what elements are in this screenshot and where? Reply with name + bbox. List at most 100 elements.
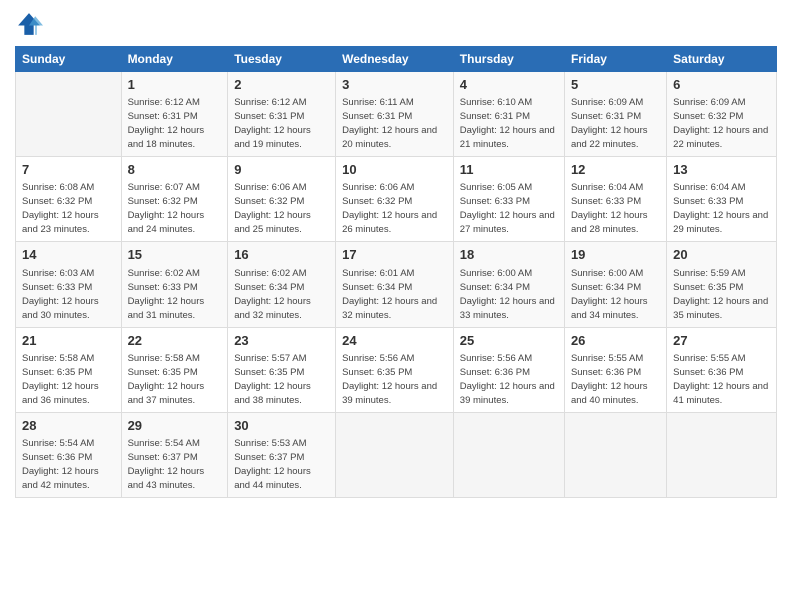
- calendar-cell: 29 Sunrise: 5:54 AMSunset: 6:37 PMDaylig…: [121, 412, 228, 497]
- day-info: Sunrise: 5:56 AMSunset: 6:36 PMDaylight:…: [460, 353, 555, 406]
- calendar-week-row: 1 Sunrise: 6:12 AMSunset: 6:31 PMDayligh…: [16, 72, 777, 157]
- day-info: Sunrise: 5:56 AMSunset: 6:35 PMDaylight:…: [342, 353, 437, 406]
- day-number: 25: [460, 332, 558, 350]
- day-info: Sunrise: 6:11 AMSunset: 6:31 PMDaylight:…: [342, 97, 437, 150]
- logo: [15, 10, 47, 38]
- day-info: Sunrise: 5:54 AMSunset: 6:37 PMDaylight:…: [128, 438, 205, 491]
- day-info: Sunrise: 5:53 AMSunset: 6:37 PMDaylight:…: [234, 438, 311, 491]
- day-number: 17: [342, 246, 447, 264]
- calendar-cell: 7 Sunrise: 6:08 AMSunset: 6:32 PMDayligh…: [16, 157, 122, 242]
- day-info: Sunrise: 6:00 AMSunset: 6:34 PMDaylight:…: [460, 268, 555, 321]
- calendar-cell: 11 Sunrise: 6:05 AMSunset: 6:33 PMDaylig…: [453, 157, 564, 242]
- day-number: 16: [234, 246, 329, 264]
- day-number: 10: [342, 161, 447, 179]
- day-number: 5: [571, 76, 660, 94]
- day-number: 24: [342, 332, 447, 350]
- day-number: 12: [571, 161, 660, 179]
- calendar-cell: 8 Sunrise: 6:07 AMSunset: 6:32 PMDayligh…: [121, 157, 228, 242]
- day-info: Sunrise: 6:06 AMSunset: 6:32 PMDaylight:…: [342, 182, 437, 235]
- weekday-header-tuesday: Tuesday: [228, 47, 336, 72]
- header: [15, 10, 777, 38]
- day-info: Sunrise: 6:02 AMSunset: 6:33 PMDaylight:…: [128, 268, 205, 321]
- day-info: Sunrise: 5:54 AMSunset: 6:36 PMDaylight:…: [22, 438, 99, 491]
- calendar-cell: 6 Sunrise: 6:09 AMSunset: 6:32 PMDayligh…: [667, 72, 777, 157]
- calendar-cell: 16 Sunrise: 6:02 AMSunset: 6:34 PMDaylig…: [228, 242, 336, 327]
- calendar-week-row: 28 Sunrise: 5:54 AMSunset: 6:36 PMDaylig…: [16, 412, 777, 497]
- calendar-cell: [336, 412, 454, 497]
- weekday-header-sunday: Sunday: [16, 47, 122, 72]
- calendar-cell: 30 Sunrise: 5:53 AMSunset: 6:37 PMDaylig…: [228, 412, 336, 497]
- day-number: 26: [571, 332, 660, 350]
- calendar-cell: 13 Sunrise: 6:04 AMSunset: 6:33 PMDaylig…: [667, 157, 777, 242]
- calendar-cell: 22 Sunrise: 5:58 AMSunset: 6:35 PMDaylig…: [121, 327, 228, 412]
- day-number: 20: [673, 246, 770, 264]
- calendar-cell: [16, 72, 122, 157]
- day-info: Sunrise: 6:00 AMSunset: 6:34 PMDaylight:…: [571, 268, 648, 321]
- day-number: 29: [128, 417, 222, 435]
- calendar-cell: 4 Sunrise: 6:10 AMSunset: 6:31 PMDayligh…: [453, 72, 564, 157]
- day-number: 7: [22, 161, 115, 179]
- day-info: Sunrise: 6:04 AMSunset: 6:33 PMDaylight:…: [673, 182, 768, 235]
- calendar-cell: 12 Sunrise: 6:04 AMSunset: 6:33 PMDaylig…: [564, 157, 666, 242]
- calendar-week-row: 7 Sunrise: 6:08 AMSunset: 6:32 PMDayligh…: [16, 157, 777, 242]
- calendar-cell: 1 Sunrise: 6:12 AMSunset: 6:31 PMDayligh…: [121, 72, 228, 157]
- day-number: 11: [460, 161, 558, 179]
- day-number: 23: [234, 332, 329, 350]
- day-info: Sunrise: 6:08 AMSunset: 6:32 PMDaylight:…: [22, 182, 99, 235]
- day-number: 21: [22, 332, 115, 350]
- day-info: Sunrise: 6:04 AMSunset: 6:33 PMDaylight:…: [571, 182, 648, 235]
- calendar-cell: 28 Sunrise: 5:54 AMSunset: 6:36 PMDaylig…: [16, 412, 122, 497]
- day-number: 18: [460, 246, 558, 264]
- calendar-week-row: 21 Sunrise: 5:58 AMSunset: 6:35 PMDaylig…: [16, 327, 777, 412]
- day-number: 15: [128, 246, 222, 264]
- calendar-cell: 18 Sunrise: 6:00 AMSunset: 6:34 PMDaylig…: [453, 242, 564, 327]
- calendar-header: SundayMondayTuesdayWednesdayThursdayFrid…: [16, 47, 777, 72]
- day-info: Sunrise: 6:02 AMSunset: 6:34 PMDaylight:…: [234, 268, 311, 321]
- day-info: Sunrise: 6:03 AMSunset: 6:33 PMDaylight:…: [22, 268, 99, 321]
- day-number: 1: [128, 76, 222, 94]
- day-info: Sunrise: 6:06 AMSunset: 6:32 PMDaylight:…: [234, 182, 311, 235]
- day-info: Sunrise: 5:58 AMSunset: 6:35 PMDaylight:…: [22, 353, 99, 406]
- day-number: 30: [234, 417, 329, 435]
- day-number: 3: [342, 76, 447, 94]
- calendar-cell: 14 Sunrise: 6:03 AMSunset: 6:33 PMDaylig…: [16, 242, 122, 327]
- weekday-header-wednesday: Wednesday: [336, 47, 454, 72]
- calendar-table: SundayMondayTuesdayWednesdayThursdayFrid…: [15, 46, 777, 498]
- day-info: Sunrise: 6:09 AMSunset: 6:32 PMDaylight:…: [673, 97, 768, 150]
- calendar-cell: [564, 412, 666, 497]
- calendar-body: 1 Sunrise: 6:12 AMSunset: 6:31 PMDayligh…: [16, 72, 777, 498]
- day-number: 6: [673, 76, 770, 94]
- calendar-cell: 23 Sunrise: 5:57 AMSunset: 6:35 PMDaylig…: [228, 327, 336, 412]
- calendar-cell: 9 Sunrise: 6:06 AMSunset: 6:32 PMDayligh…: [228, 157, 336, 242]
- weekday-header-row: SundayMondayTuesdayWednesdayThursdayFrid…: [16, 47, 777, 72]
- day-info: Sunrise: 6:01 AMSunset: 6:34 PMDaylight:…: [342, 268, 437, 321]
- calendar-cell: 27 Sunrise: 5:55 AMSunset: 6:36 PMDaylig…: [667, 327, 777, 412]
- logo-icon: [15, 10, 43, 38]
- calendar-cell: 5 Sunrise: 6:09 AMSunset: 6:31 PMDayligh…: [564, 72, 666, 157]
- calendar-cell: 20 Sunrise: 5:59 AMSunset: 6:35 PMDaylig…: [667, 242, 777, 327]
- weekday-header-monday: Monday: [121, 47, 228, 72]
- page: SundayMondayTuesdayWednesdayThursdayFrid…: [0, 0, 792, 612]
- day-number: 14: [22, 246, 115, 264]
- calendar-cell: 26 Sunrise: 5:55 AMSunset: 6:36 PMDaylig…: [564, 327, 666, 412]
- calendar-cell: [453, 412, 564, 497]
- day-number: 27: [673, 332, 770, 350]
- day-number: 2: [234, 76, 329, 94]
- day-number: 22: [128, 332, 222, 350]
- day-info: Sunrise: 5:59 AMSunset: 6:35 PMDaylight:…: [673, 268, 768, 321]
- calendar-cell: 25 Sunrise: 5:56 AMSunset: 6:36 PMDaylig…: [453, 327, 564, 412]
- day-info: Sunrise: 6:12 AMSunset: 6:31 PMDaylight:…: [128, 97, 205, 150]
- calendar-cell: 15 Sunrise: 6:02 AMSunset: 6:33 PMDaylig…: [121, 242, 228, 327]
- weekday-header-saturday: Saturday: [667, 47, 777, 72]
- weekday-header-thursday: Thursday: [453, 47, 564, 72]
- day-info: Sunrise: 6:09 AMSunset: 6:31 PMDaylight:…: [571, 97, 648, 150]
- day-info: Sunrise: 6:05 AMSunset: 6:33 PMDaylight:…: [460, 182, 555, 235]
- day-number: 9: [234, 161, 329, 179]
- day-info: Sunrise: 6:10 AMSunset: 6:31 PMDaylight:…: [460, 97, 555, 150]
- day-info: Sunrise: 5:57 AMSunset: 6:35 PMDaylight:…: [234, 353, 311, 406]
- day-info: Sunrise: 6:07 AMSunset: 6:32 PMDaylight:…: [128, 182, 205, 235]
- day-info: Sunrise: 5:58 AMSunset: 6:35 PMDaylight:…: [128, 353, 205, 406]
- calendar-cell: 2 Sunrise: 6:12 AMSunset: 6:31 PMDayligh…: [228, 72, 336, 157]
- day-info: Sunrise: 5:55 AMSunset: 6:36 PMDaylight:…: [571, 353, 648, 406]
- calendar-cell: 19 Sunrise: 6:00 AMSunset: 6:34 PMDaylig…: [564, 242, 666, 327]
